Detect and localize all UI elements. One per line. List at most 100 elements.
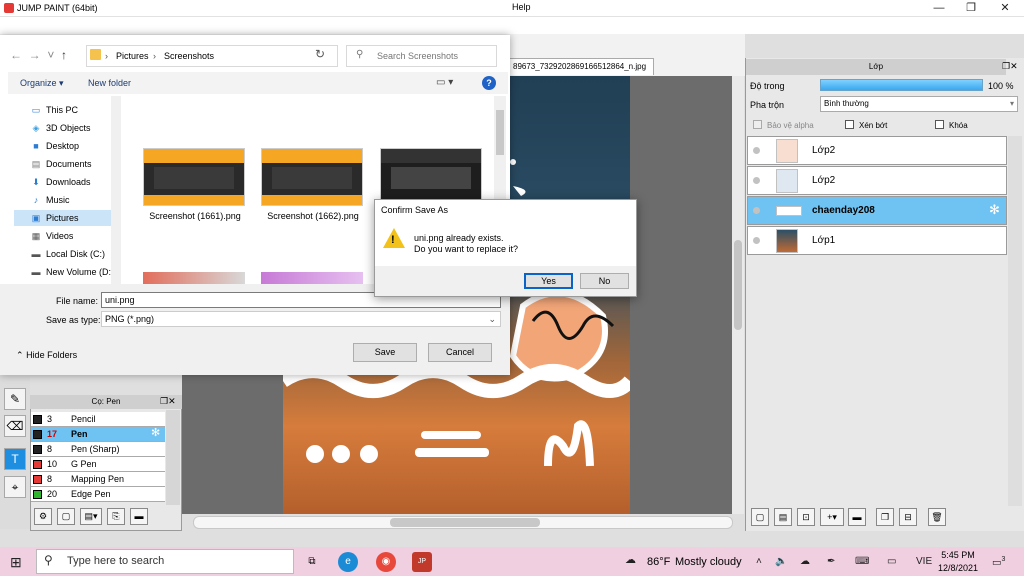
new-folder-button[interactable]: New folder (88, 78, 131, 88)
yes-button[interactable]: Yes (524, 273, 573, 289)
layer-list-scrollbar[interactable] (1008, 136, 1022, 506)
merge-layer-button[interactable]: ⊟ (899, 508, 917, 526)
pen-tool-button[interactable]: ✎ (4, 388, 26, 410)
new-layer-button[interactable]: ▢ (751, 508, 769, 526)
brush-item-edge-pen[interactable]: 20 Edge Pen (31, 487, 165, 502)
layer-panel-controls[interactable]: ❐✕ (1002, 61, 1018, 72)
nav-item-documents[interactable]: ▤ Documents (14, 156, 120, 172)
document-tab[interactable]: 89673_7329202869166512864_n.jpg (508, 58, 654, 75)
close-button[interactable]: ✕ (990, 0, 1020, 17)
maximize-button[interactable]: ❐ (956, 0, 986, 17)
jump-paint-taskbar-icon[interactable]: JP (412, 552, 432, 572)
blend-mode-select[interactable]: Bình thường ▾ (820, 96, 1018, 112)
new-brush-button[interactable]: ▢ (57, 508, 75, 525)
nav-item-music[interactable]: ♪ Music (14, 192, 120, 208)
clock-time[interactable]: 5:45 PM (938, 550, 978, 560)
cloud-icon[interactable]: ☁ (800, 556, 810, 567)
new-raster-layer-button[interactable]: ▤ (774, 508, 792, 526)
hide-folders-toggle[interactable]: ⌃ Hide Folders (16, 350, 77, 361)
help-icon[interactable]: ? (482, 76, 496, 90)
minimize-button[interactable]: — (924, 0, 954, 17)
clock-date[interactable]: 12/8/2021 (938, 563, 978, 573)
file-thumbnail[interactable] (380, 148, 482, 206)
menu-help[interactable]: Help (512, 2, 531, 12)
volume-icon[interactable]: 🔈 (775, 556, 787, 567)
edge-browser-icon[interactable]: e (338, 552, 358, 572)
nav-item-downloads[interactable]: ⬇ Downloads (14, 174, 120, 190)
weather-condition[interactable]: Mostly cloudy (675, 556, 742, 568)
save-button[interactable]: Save (353, 343, 417, 362)
nav-item-new-volume[interactable]: ▬ New Volume (D: (14, 264, 120, 280)
new-text-layer-button[interactable]: ⊡ (797, 508, 815, 526)
organize-button[interactable]: Organize ▾ (20, 78, 64, 89)
text-tool-button[interactable]: T (4, 448, 26, 470)
cancel-button[interactable]: Cancel (428, 343, 492, 362)
brush-item-g-pen[interactable]: 10 G Pen (31, 457, 165, 472)
brush-menu-button[interactable]: ▤▾ (80, 508, 102, 525)
file-thumbnail[interactable] (143, 148, 245, 206)
brush-folder-button[interactable]: ▬ (130, 508, 148, 525)
duplicate-layer-button[interactable]: ❐ (876, 508, 894, 526)
delete-layer-button[interactable]: 🗑 (928, 508, 946, 526)
file-label[interactable]: Screenshot (1661).png (135, 211, 255, 221)
opacity-slider[interactable] (820, 79, 983, 91)
layer-folder-button[interactable]: ▬ (848, 508, 866, 526)
copy-brush-button[interactable]: ⎘ (107, 508, 125, 525)
lock-checkbox[interactable]: Khóa (935, 120, 968, 130)
brush-settings-button[interactable]: ⚙ (34, 508, 52, 525)
layer-row[interactable]: Lớp2 (747, 136, 1007, 165)
visibility-icon[interactable] (753, 147, 760, 154)
nav-item-pictures[interactable]: ▣ Pictures (14, 210, 120, 226)
task-view-icon[interactable]: ⧉ (302, 552, 322, 572)
breadcrumb-screenshots[interactable]: Screenshots (164, 51, 214, 61)
vertical-scroll-thumb[interactable] (734, 240, 742, 330)
refresh-icon[interactable]: ↻ (315, 47, 325, 61)
file-thumbnail-partial[interactable] (261, 272, 363, 284)
gear-icon[interactable]: ✻ (151, 426, 160, 440)
visibility-icon[interactable] (753, 237, 760, 244)
weather-icon[interactable]: ☁ (625, 553, 636, 566)
language-indicator[interactable]: VIE (916, 556, 932, 567)
lock-alpha-checkbox[interactable]: Bảo vệ alpha (753, 120, 814, 130)
nav-item-desktop[interactable]: ■ Desktop (14, 138, 120, 154)
save-type-select[interactable]: PNG (*.png) ⌄ (101, 311, 501, 327)
file-list-scroll-thumb[interactable] (496, 110, 504, 155)
nav-item-videos[interactable]: ▦ Videos (14, 228, 120, 244)
horizontal-scroll-thumb[interactable] (390, 518, 540, 527)
display-icon[interactable]: ▭ (887, 556, 896, 567)
windows-start-icon[interactable]: ⊞ (10, 554, 22, 571)
brush-panel-controls[interactable]: ❐✕ (160, 396, 176, 407)
taskbar-search-input[interactable]: Type here to search (36, 549, 294, 574)
file-thumbnail[interactable] (261, 148, 363, 206)
layer-row[interactable]: Lớp1 (747, 226, 1007, 255)
eraser-tool-button[interactable]: ⌫ (4, 415, 26, 437)
brush-item-mapping-pen[interactable]: 8 Mapping Pen (31, 472, 165, 487)
weather-temperature[interactable]: 86°F (647, 556, 670, 568)
visibility-icon[interactable] (753, 177, 760, 184)
gear-icon[interactable]: ✻ (989, 202, 1000, 218)
brush-item-pencil[interactable]: 3 Pencil (31, 412, 165, 427)
nav-item-3d-objects[interactable]: ◈ 3D Objects (14, 120, 120, 136)
select-tool-button[interactable]: ⌖ (4, 476, 26, 498)
tray-chevron-up-icon[interactable]: ˄ (756, 556, 762, 567)
file-label[interactable]: Screenshot (1662).png (253, 211, 373, 221)
pen-tray-icon[interactable]: ✒ (827, 556, 835, 567)
keyboard-icon[interactable]: ⌨ (855, 556, 869, 567)
notification-icon[interactable]: ▭3 (992, 556, 1005, 568)
breadcrumb-pictures[interactable]: Pictures (116, 51, 149, 61)
brush-item-pen[interactable]: 17 Pen ✻ (31, 427, 165, 442)
nav-arrows[interactable]: ← → ˅ ↑ (10, 48, 67, 62)
nav-item-local-disk[interactable]: ▬ Local Disk (C:) (14, 246, 120, 262)
chrome-browser-icon[interactable]: ◉ (376, 552, 396, 572)
nav-item-this-pc[interactable]: ▭ This PC (14, 102, 120, 118)
file-thumbnail-partial[interactable] (143, 272, 245, 284)
nav-pane-scrollbar[interactable] (111, 96, 121, 284)
layer-row[interactable]: Lớp2 (747, 166, 1007, 195)
layer-row[interactable]: chaenday208 ✻ (747, 196, 1007, 225)
visibility-icon[interactable] (753, 207, 760, 214)
clipping-checkbox[interactable]: Xén bớt (845, 120, 887, 130)
brush-item-pen-sharp[interactable]: 8 Pen (Sharp) (31, 442, 165, 457)
no-button[interactable]: No (580, 273, 629, 289)
search-input[interactable]: Search Screenshots (346, 45, 497, 67)
view-options-icon[interactable]: ▭ ▾ (436, 77, 453, 88)
